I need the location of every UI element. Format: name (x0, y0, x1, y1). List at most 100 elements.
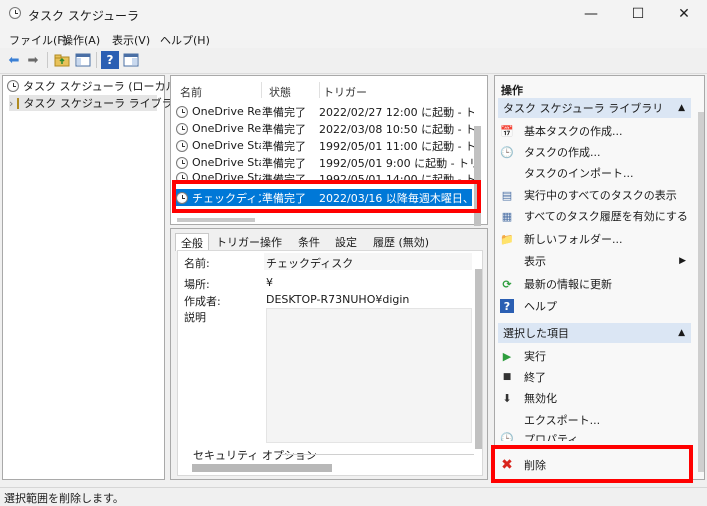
collapse-arrow-icon[interactable]: ▲ (678, 103, 685, 113)
tree-item-library-label: タスク スケジューラ ライブラリ (23, 97, 184, 110)
run-icon: ▶ (502, 349, 512, 363)
menu-view[interactable]: 表示(V) (112, 32, 150, 48)
maximize-button[interactable]: ☐ (615, 0, 661, 28)
action-label: 新しいフォルダー... (524, 233, 623, 246)
column-divider[interactable] (261, 82, 262, 98)
action-enable-all-history[interactable]: ▦ すべてのタスク履歴を有効にする (500, 206, 690, 226)
action-pane-scrollbar[interactable] (698, 112, 704, 472)
console-tree-icon (75, 53, 91, 67)
detail-horizontal-scrollbar[interactable] (192, 464, 332, 472)
tab-actions[interactable]: 操作 (255, 233, 287, 251)
task-trigger: 1992/05/01 11:00 に起動 - トリガー (319, 139, 474, 153)
task-scheduler-app-icon (9, 7, 23, 21)
menu-help[interactable]: ヘルプ(H) (160, 32, 210, 48)
author-label: 作成者: (184, 295, 221, 308)
back-button[interactable]: ⬅ (5, 51, 23, 69)
menu-action[interactable]: 操作(A) (62, 32, 100, 48)
minimize-button[interactable]: — (568, 0, 614, 28)
menu-bar (0, 28, 707, 48)
forward-button[interactable]: ➡ (24, 51, 42, 69)
task-clock-icon (176, 156, 188, 169)
column-header-name[interactable]: 名前 (180, 84, 202, 100)
section-header-library[interactable]: タスク スケジューラ ライブラリ ▲ (498, 98, 691, 118)
help-icon: ? (106, 53, 114, 67)
collapse-arrow-icon[interactable]: ▲ (678, 328, 685, 338)
action-display-running-tasks[interactable]: ▤ 実行中のすべてのタスクの表示 (500, 185, 690, 205)
expand-chevron-icon[interactable]: › (9, 97, 13, 110)
action-properties[interactable]: 🕒 プロパティ (500, 431, 690, 442)
stop-icon: ■ (502, 372, 512, 382)
window-title: タスク スケジューラ (28, 9, 139, 23)
task-row[interactable]: OneDrive Re... 準備完了 2022/02/27 12:00 に起動… (176, 103, 474, 120)
show-hide-console-tree-button[interactable] (74, 51, 92, 69)
author-value: DESKTOP-R73NUHO¥digin (266, 293, 410, 306)
folder-icon: 📁 (500, 232, 514, 246)
back-arrow-icon: ⬅ (8, 52, 20, 68)
tab-history[interactable]: 履歴 (無効) (368, 233, 434, 251)
action-create-basic-task[interactable]: 📅 基本タスクの作成... (500, 121, 690, 141)
show-hide-action-pane-button[interactable] (122, 51, 140, 69)
task-row[interactable]: OneDrive Re... 準備完了 2022/03/08 10:50 に起動… (176, 120, 474, 137)
create-task-icon: 🕒 (500, 145, 514, 159)
task-name: OneDrive Sta... (192, 139, 261, 152)
action-help[interactable]: ? ヘルプ (500, 296, 690, 316)
help-toolbar-button[interactable]: ? (101, 51, 119, 69)
menu-file[interactable]: ファイル(F) (9, 32, 68, 48)
action-label: 基本タスクの作成... (524, 125, 623, 138)
history-icon: ▦ (501, 209, 513, 223)
task-status: 準備完了 (262, 105, 306, 119)
task-clock-icon (176, 122, 188, 135)
minimize-icon: — (584, 6, 598, 22)
action-view-menu[interactable]: 表示 ▶ (500, 251, 690, 271)
task-list-horizontal-scrollbar[interactable] (177, 218, 255, 222)
column-divider[interactable] (319, 82, 320, 98)
action-disable[interactable]: ⬇ 無効化 (500, 388, 690, 408)
selected-task-highlight (172, 180, 481, 213)
action-run[interactable]: ▶ 実行 (500, 346, 690, 366)
action-refresh[interactable]: ⟳ 最新の情報に更新 (500, 274, 690, 294)
tree-item-library[interactable]: › タスク スケジューラ ライブラリ (9, 95, 184, 111)
section-header-selected-item[interactable]: 選択した項目 ▲ (498, 323, 691, 343)
section-selected-label: 選択した項目 (503, 327, 569, 340)
column-header-status[interactable]: 状態 (269, 84, 291, 100)
up-folder-button[interactable] (53, 51, 71, 69)
task-status: 準備完了 (262, 122, 306, 136)
status-text: 選択範囲を削除します。 (4, 492, 124, 505)
action-label: タスクのインポート... (524, 167, 634, 180)
task-row[interactable]: OneDrive Sta... 準備完了 1992/05/01 9:00 に起動… (176, 154, 474, 171)
close-icon: ✕ (678, 6, 690, 22)
detail-vertical-scrollbar[interactable] (475, 269, 482, 449)
column-header-trigger[interactable]: トリガー (323, 84, 367, 100)
action-end[interactable]: ■ 終了 (500, 367, 690, 387)
security-options-divider (278, 454, 474, 455)
location-label: 場所: (184, 278, 210, 291)
folder-clock-icon (17, 97, 20, 109)
folder-up-icon (54, 54, 70, 67)
tab-general[interactable]: 全般 (175, 233, 209, 251)
action-pane-icon (123, 53, 139, 67)
task-trigger: 2022/03/08 10:50 に起動 - トリガー (319, 122, 474, 136)
action-export[interactable]: エクスポート... (500, 410, 690, 430)
task-trigger: 1992/05/01 9:00 に起動 - トリガーさ (319, 156, 474, 170)
action-label: ヘルプ (524, 300, 557, 313)
task-name: OneDrive Sta... (192, 156, 261, 169)
basic-task-icon: 📅 (500, 124, 514, 138)
action-label: プロパティ (524, 433, 579, 441)
action-create-task[interactable]: 🕒 タスクの作成... (500, 142, 690, 162)
section-library-label: タスク スケジューラ ライブラリ (503, 102, 664, 115)
maximize-icon: ☐ (631, 6, 645, 22)
action-label: 無効化 (524, 392, 557, 405)
close-button[interactable]: ✕ (661, 0, 707, 28)
task-row[interactable]: OneDrive Sta... 準備完了 1992/05/01 11:00 に起… (176, 137, 474, 154)
delete-action-highlight (491, 445, 693, 483)
toolbar-separator (96, 52, 97, 68)
action-label: すべてのタスク履歴を有効にする (524, 210, 688, 223)
tab-conditions[interactable]: 条件 (293, 233, 325, 251)
action-label: 表示 (524, 255, 546, 268)
tab-settings[interactable]: 設定 (330, 233, 362, 251)
task-status: 準備完了 (262, 156, 306, 170)
tree-item-local[interactable]: タスク スケジューラ (ローカル) (7, 78, 181, 94)
task-trigger: 2022/02/27 12:00 に起動 - トリガー (319, 105, 474, 119)
action-new-folder[interactable]: 📁 新しいフォルダー... (500, 229, 690, 249)
action-import-task[interactable]: タスクのインポート... (500, 163, 690, 183)
